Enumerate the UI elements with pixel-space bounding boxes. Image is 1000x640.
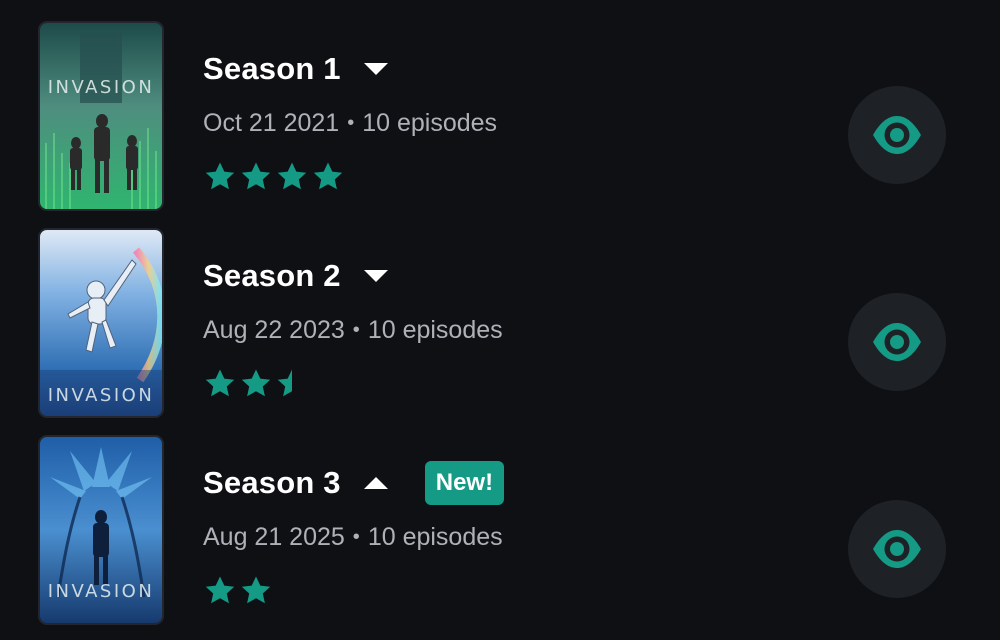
season-meta: Aug 22 2023 • 10 episodes (203, 316, 503, 345)
rating-stars (204, 161, 344, 191)
air-date: Aug 21 2025 (203, 523, 345, 551)
star-icon (204, 575, 236, 605)
chevron-down-icon[interactable] (363, 268, 389, 284)
rating-stars (204, 368, 308, 398)
watch-button[interactable] (848, 500, 946, 598)
meta-separator: • (352, 526, 360, 548)
season-title[interactable]: Season 1 (203, 51, 341, 87)
season-row-3[interactable]: INVASION Season 3 New! Aug 21 2025 • 10 … (0, 437, 1000, 627)
watch-button[interactable] (848, 86, 946, 184)
new-badge: New! (424, 461, 505, 505)
poster-title: INVASION (48, 581, 155, 602)
episode-count: 10 episodes (367, 523, 503, 551)
star-icon (276, 161, 308, 191)
season-row-2[interactable]: INVASION Season 2 Aug 22 2023 • 10 episo… (0, 230, 1000, 420)
season-meta: Aug 21 2025 • 10 episodes (203, 523, 503, 552)
star-icon (240, 368, 272, 398)
meta-separator: • (347, 112, 355, 134)
episode-count: 10 episodes (367, 316, 503, 344)
eye-icon (873, 116, 921, 154)
star-icon (240, 161, 272, 191)
season-title-line[interactable]: Season 3 New! (203, 461, 505, 505)
star-icon (204, 368, 236, 398)
season-meta: Oct 21 2021 • 10 episodes (203, 109, 497, 138)
poster-image: INVASION (40, 437, 162, 623)
season-poster[interactable]: INVASION (40, 437, 162, 623)
star-icon (240, 575, 272, 605)
poster-title: INVASION (48, 385, 155, 406)
episode-count: 10 episodes (362, 109, 498, 137)
eye-icon (873, 530, 921, 568)
chevron-up-icon[interactable] (363, 475, 389, 491)
season-poster[interactable]: INVASION (40, 23, 162, 209)
season-title-line[interactable]: Season 1 (203, 49, 389, 89)
meta-separator: • (352, 319, 360, 341)
poster-image: INVASION (40, 230, 162, 416)
season-title[interactable]: Season 2 (203, 258, 341, 294)
season-list: INVASION Season 1 Oct 21 2021 • 10 episo… (0, 0, 1000, 640)
star-icon (312, 161, 344, 191)
poster-title: INVASION (48, 77, 155, 98)
air-date: Aug 22 2023 (203, 316, 345, 344)
rating-stars (204, 575, 272, 605)
eye-icon (873, 323, 921, 361)
poster-image: INVASION (40, 23, 162, 209)
season-poster[interactable]: INVASION (40, 230, 162, 416)
star-half-icon (276, 368, 308, 398)
star-icon (204, 161, 236, 191)
watch-button[interactable] (848, 293, 946, 391)
air-date: Oct 21 2021 (203, 109, 340, 137)
season-title-line[interactable]: Season 2 (203, 256, 389, 296)
chevron-down-icon[interactable] (363, 61, 389, 77)
season-row-1[interactable]: INVASION Season 1 Oct 21 2021 • 10 episo… (0, 23, 1000, 213)
season-title[interactable]: Season 3 (203, 465, 341, 501)
